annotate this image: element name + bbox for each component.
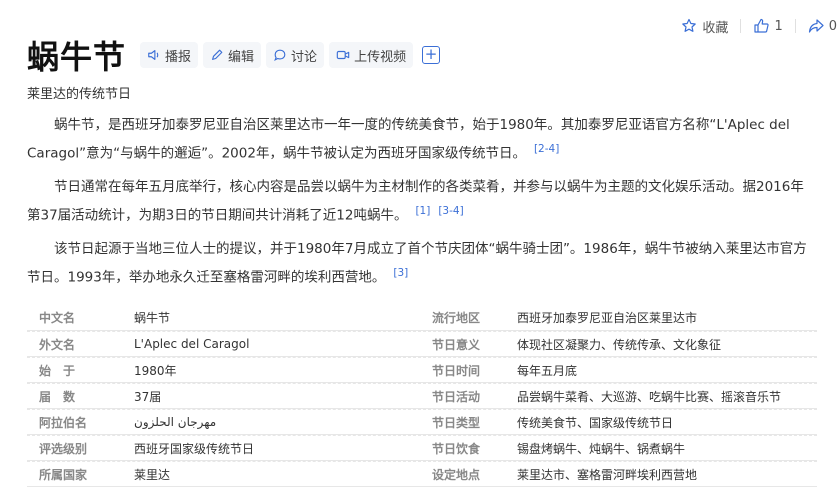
- infobox-row: 届 数 37届 节日活动 品尝蜗牛菜肴、大巡游、吃蜗牛比赛、摇滚音乐节: [27, 383, 817, 409]
- infobox-row: 外文名 L'Aplec del Caragol 节日意义 体现社区凝聚力、传统传…: [27, 331, 817, 357]
- infobox-key: 评选级别: [39, 441, 88, 456]
- discuss-button[interactable]: 讨论: [266, 42, 325, 68]
- share-icon: [808, 18, 824, 34]
- chat-bubble-icon: [273, 48, 287, 62]
- paragraph-text: 蜗牛节，是西班牙加泰罗尼亚自治区莱里达市一年一度的传统美食节，始于1980年。其…: [27, 117, 790, 162]
- upload-video-button[interactable]: 上传视频: [329, 42, 414, 68]
- infobox-row: 评选级别 西班牙国家级传统节日 节日饮食 锡盘烤蜗牛、炖蜗牛、锅煮蜗牛: [27, 435, 817, 461]
- report-label: 播报: [165, 49, 192, 65]
- infobox-value: 每年五月底: [517, 363, 578, 378]
- infobox-value: L'Aplec del Caragol: [134, 337, 250, 351]
- paragraph: 节日通常在每年五月底举行，核心内容是品尝以蜗牛为主材制作的各类菜肴，并参与以蜗牛…: [27, 175, 812, 228]
- top-actions: 收藏 1 0: [681, 16, 837, 36]
- infobox-value: 传统美食节、国家级传统节日: [517, 415, 674, 430]
- citation-link[interactable]: [2-4]: [534, 143, 559, 155]
- infobox-row: 始 于 1980年 节日时间 每年五月底: [27, 357, 817, 383]
- upload-video-label: 上传视频: [354, 49, 407, 65]
- share-count: 0: [828, 18, 837, 34]
- video-camera-icon: [336, 48, 350, 62]
- star-icon: [681, 18, 697, 34]
- infobox-key: 流行地区: [432, 311, 481, 325]
- favorite-button[interactable]: 收藏: [681, 17, 728, 36]
- infobox-key: 节日意义: [432, 337, 481, 352]
- edit-button[interactable]: 编辑: [203, 42, 262, 68]
- infobox-value: 1980年: [134, 363, 177, 378]
- favorite-label: 收藏: [702, 20, 729, 36]
- infobox-value: 体现社区凝聚力、传统传承、文化象征: [517, 337, 722, 352]
- infobox: 中文名 蜗牛节 流行地区 西班牙加泰罗尼亚自治区莱里达市 外文名 L'Aplec…: [27, 305, 817, 487]
- paragraph: 蜗牛节，是西班牙加泰罗尼亚自治区莱里达市一年一度的传统美食节，始于1980年。其…: [27, 113, 812, 166]
- infobox-value: 西班牙国家级传统节日: [134, 441, 255, 456]
- infobox-key: 始 于: [39, 363, 76, 378]
- infobox-row: 中文名 蜗牛节 流行地区 西班牙加泰罗尼亚自治区莱里达市: [27, 305, 817, 331]
- infobox-value: 莱里达: [134, 467, 171, 482]
- edit-label: 编辑: [228, 49, 255, 65]
- subtitle: 莱里达的传统节日: [27, 87, 132, 102]
- divider: [740, 19, 742, 33]
- title-row: 蜗牛节 播报 编辑 讨论 上传视频 +: [27, 36, 441, 76]
- divider: [794, 19, 796, 33]
- infobox-value: مهرجان الحلزون: [134, 415, 217, 429]
- paragraph: 该节日起源于当地三位人士的提议，并于1980年7月成立了首个节庆团体“蜗牛骑士团…: [27, 237, 812, 290]
- infobox-value: 西班牙加泰罗尼亚自治区莱里达市: [517, 311, 698, 325]
- like-count: 1: [774, 18, 783, 34]
- infobox-key: 外文名: [39, 337, 76, 352]
- infobox-key: 节日类型: [432, 415, 481, 430]
- share-button[interactable]: 0: [808, 18, 837, 34]
- citation-link[interactable]: [3-4]: [438, 205, 463, 217]
- infobox-key: 节日活动: [432, 389, 481, 404]
- infobox-key: 届 数: [39, 389, 76, 404]
- infobox-value: 品尝蜗牛菜肴、大巡游、吃蜗牛比赛、摇滚音乐节: [517, 389, 782, 404]
- infobox-row: 阿拉伯名 مهرجان الحلزون 节日类型 传统美食节、国家级传统节日: [27, 409, 817, 435]
- infobox-value: 锡盘烤蜗牛、炖蜗牛、锅煮蜗牛: [517, 441, 686, 456]
- infobox-key: 节日饮食: [432, 441, 481, 456]
- infobox-key: 所属国家: [39, 467, 88, 482]
- like-button[interactable]: 1: [753, 18, 783, 34]
- infobox-value: 37届: [134, 389, 162, 404]
- infobox-key: 阿拉伯名: [39, 415, 88, 430]
- infobox-row: 所属国家 莱里达 设定地点 莱里达市、塞格雷河畔埃利西营地: [27, 461, 817, 487]
- page-title: 蜗牛节: [27, 38, 127, 76]
- infobox-key: 中文名: [39, 311, 76, 325]
- paragraph-text: 该节日起源于当地三位人士的提议，并于1980年7月成立了首个节庆团体“蜗牛骑士团…: [27, 241, 807, 286]
- infobox-key: 设定地点: [432, 467, 481, 482]
- add-button[interactable]: +: [422, 46, 441, 64]
- discuss-label: 讨论: [291, 49, 318, 65]
- citation-link[interactable]: [3]: [393, 267, 408, 279]
- infobox-value: 莱里达市、塞格雷河畔埃利西营地: [517, 467, 698, 482]
- pencil-icon: [210, 48, 224, 62]
- infobox-value: 蜗牛节: [134, 311, 171, 325]
- thumbs-up-icon: [753, 18, 770, 34]
- report-button[interactable]: 播报: [140, 42, 199, 68]
- speaker-icon: [147, 48, 161, 62]
- infobox-key: 节日时间: [432, 363, 481, 378]
- citation-link[interactable]: [1]: [415, 205, 430, 217]
